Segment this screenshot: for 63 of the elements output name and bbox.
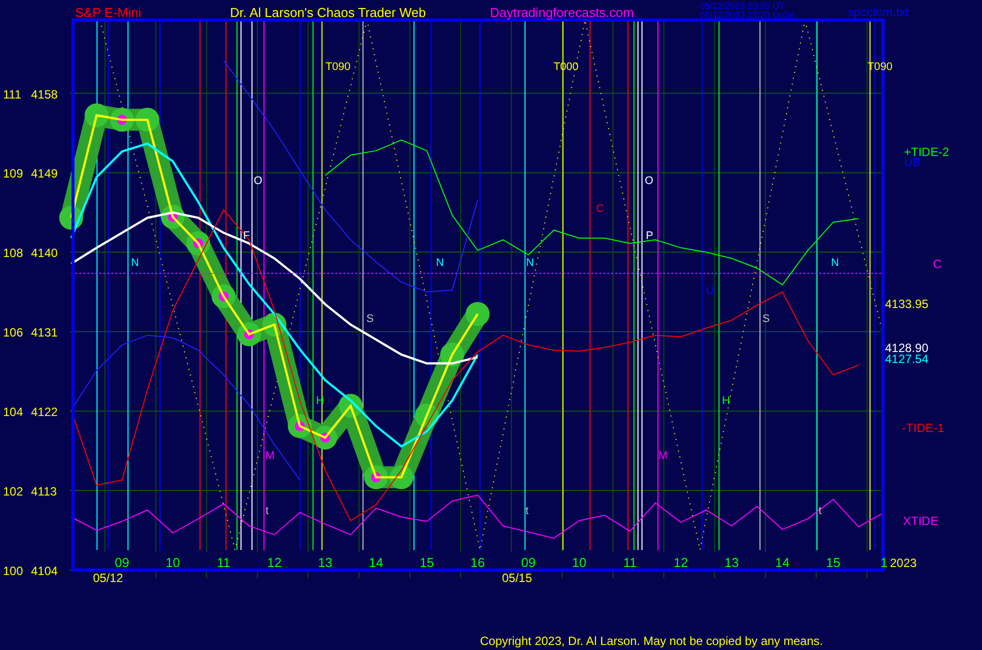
chart-title: Dr. Al Larson's Chaos Trader Web (230, 5, 426, 20)
chart-annotation: t (265, 505, 269, 517)
chart-annotation: P (646, 230, 654, 242)
chart-symbol: S&P E-Mini (75, 5, 142, 20)
chart-annotation: C (596, 203, 604, 215)
file-name: spcctom.txt (848, 5, 909, 19)
x-axis-label: 12 (267, 555, 282, 570)
copyright-text: Copyright 2023, Dr. Al Larson. May not be copied by any means. (480, 634, 823, 648)
x-axis-label: 16 (470, 555, 485, 570)
x-axis-label: 10 (166, 555, 180, 570)
x-axis-label: 14 (368, 555, 384, 570)
x-axis-label: 1 (880, 555, 888, 570)
x-axis-label: 09 (521, 555, 536, 570)
x-axis-label: 13 (318, 555, 332, 570)
scale-label: 104 (3, 405, 24, 420)
y-axis-label: 4131 (31, 326, 58, 340)
y-axis-label: 4104 (31, 564, 58, 578)
site-name: Daytradingforecasts.com (490, 5, 634, 20)
series-label: 4133.95 (885, 297, 928, 311)
chart-annotation: S (366, 313, 374, 325)
chart-annotation: H (722, 395, 730, 407)
chart-annotation: T090 (325, 61, 351, 73)
y-axis-label: 4140 (31, 246, 58, 260)
scale-label: 106 (3, 326, 24, 340)
chart-annotation: U (706, 285, 714, 297)
chart-annotation: N (526, 257, 534, 269)
chart-annotation: N (436, 257, 444, 269)
y-axis-label: 4158 (31, 87, 58, 102)
y-axis-label: 4149 (31, 166, 58, 181)
x-axis-label: 15 (826, 555, 840, 570)
chart-annotation: N (831, 257, 839, 269)
date-label: 05/12 (92, 571, 124, 585)
chart-annotation: O (644, 175, 654, 187)
x-axis-label: 13 (724, 555, 739, 570)
series-label: C (933, 257, 942, 271)
chart-annotation: N (131, 257, 139, 269)
series-label: -TIDE-1 (902, 421, 944, 435)
x-axis-label: 11 (623, 555, 637, 570)
date-label: 05/15 (502, 571, 532, 585)
x-axis-label: 10 (572, 555, 586, 570)
chart-annotation: O (254, 175, 262, 187)
chart-annotation: M (265, 450, 275, 462)
series-label: XTIDE (903, 514, 938, 528)
chart-annotation: t (525, 505, 529, 517)
timestamp: 05/12/2023 15:20 Local (700, 10, 794, 20)
x-axis-label: 12 (674, 555, 688, 570)
scale-label: 100 (3, 564, 24, 578)
scale-label: 109 (3, 166, 24, 181)
series-label: 4128.90 (885, 341, 928, 355)
x-axis-label: 09 (114, 555, 130, 570)
chart-annotation: M (658, 450, 668, 462)
series-label: 4127.54 (885, 352, 928, 366)
y-axis-label: 4122 (31, 405, 58, 420)
scale-label: 111 (3, 87, 22, 102)
scale-label: 108 (3, 246, 24, 260)
series-label: 2023 (890, 556, 917, 570)
x-axis-label: 14 (775, 555, 790, 570)
y-axis-label: 4113 (31, 484, 57, 499)
x-axis-label: 15 (420, 555, 434, 570)
chart-annotation: S (762, 313, 770, 325)
timestamp: 05/12/2023 20:20 UT (700, 1, 785, 11)
x-axis-label: 11 (216, 555, 230, 570)
scale-label: 102 (3, 484, 24, 499)
